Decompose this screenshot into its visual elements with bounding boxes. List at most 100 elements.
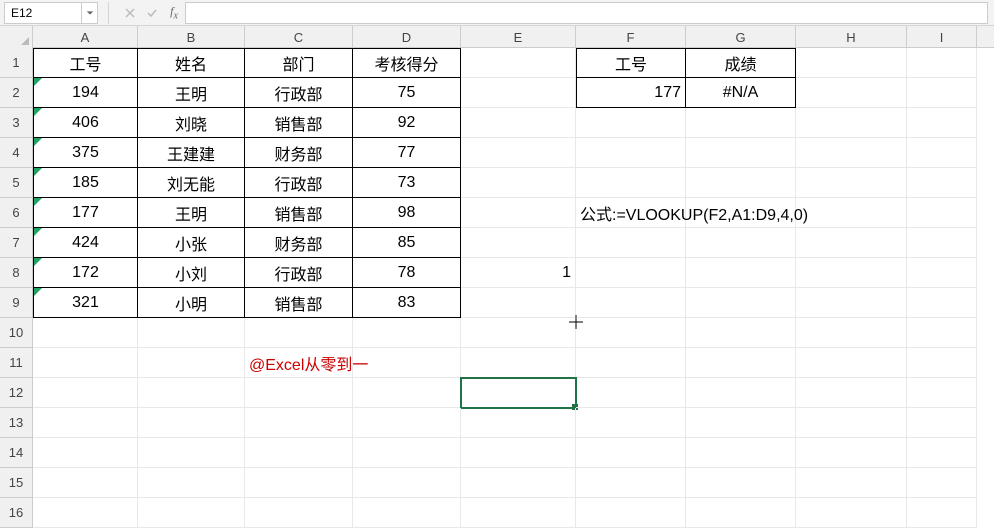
cell-C13[interactable] [245, 408, 353, 438]
cell-H12[interactable] [796, 378, 907, 408]
row-header-1[interactable]: 1 [0, 48, 33, 78]
cell-F9[interactable] [576, 288, 686, 318]
cell-I15[interactable] [907, 468, 977, 498]
confirm-formula-button[interactable] [141, 2, 163, 24]
cell-B12[interactable] [138, 378, 245, 408]
cell-F10[interactable] [576, 318, 686, 348]
cell-H10[interactable] [796, 318, 907, 348]
cell-C1[interactable]: 部门 [245, 48, 353, 78]
cell-H3[interactable] [796, 108, 907, 138]
row-header-16[interactable]: 16 [0, 498, 33, 528]
row-header-15[interactable]: 15 [0, 468, 33, 498]
cell-C5[interactable]: 行政部 [245, 168, 353, 198]
row-header-11[interactable]: 11 [0, 348, 33, 378]
cell-I4[interactable] [907, 138, 977, 168]
select-all-corner[interactable] [0, 26, 33, 48]
cell-H4[interactable] [796, 138, 907, 168]
cell-E12[interactable] [461, 378, 576, 408]
row-header-5[interactable]: 5 [0, 168, 33, 198]
cell-B4[interactable]: 王建建 [138, 138, 245, 168]
cell-B10[interactable] [138, 318, 245, 348]
cell-B11[interactable] [138, 348, 245, 378]
cell-F11[interactable] [576, 348, 686, 378]
cell-I16[interactable] [907, 498, 977, 528]
cell-G3[interactable] [686, 108, 796, 138]
cell-F14[interactable] [576, 438, 686, 468]
cell-G10[interactable] [686, 318, 796, 348]
cell-E16[interactable] [461, 498, 576, 528]
row-header-14[interactable]: 14 [0, 438, 33, 468]
row-header-3[interactable]: 3 [0, 108, 33, 138]
cell-F7[interactable] [576, 228, 686, 258]
cell-H5[interactable] [796, 168, 907, 198]
cell-G12[interactable] [686, 378, 796, 408]
cell-A12[interactable] [33, 378, 138, 408]
cell-A1[interactable]: 工号 [33, 48, 138, 78]
cell-C2[interactable]: 行政部 [245, 78, 353, 108]
cell-E2[interactable] [461, 78, 576, 108]
cell-B16[interactable] [138, 498, 245, 528]
cell-A6[interactable]: 177 [33, 198, 138, 228]
cell-E5[interactable] [461, 168, 576, 198]
cell-H13[interactable] [796, 408, 907, 438]
cell-I9[interactable] [907, 288, 977, 318]
row-header-7[interactable]: 7 [0, 228, 33, 258]
cell-F15[interactable] [576, 468, 686, 498]
column-header-H[interactable]: H [796, 26, 907, 48]
cell-C15[interactable] [245, 468, 353, 498]
cell-B7[interactable]: 小张 [138, 228, 245, 258]
cell-B5[interactable]: 刘无能 [138, 168, 245, 198]
cell-A16[interactable] [33, 498, 138, 528]
column-header-C[interactable]: C [245, 26, 353, 48]
cell-E1[interactable] [461, 48, 576, 78]
cell-F3[interactable] [576, 108, 686, 138]
cell-C4[interactable]: 财务部 [245, 138, 353, 168]
cell-F2[interactable]: 177 [576, 78, 686, 108]
cell-G8[interactable] [686, 258, 796, 288]
row-header-12[interactable]: 12 [0, 378, 33, 408]
cell-G9[interactable] [686, 288, 796, 318]
cell-B1[interactable]: 姓名 [138, 48, 245, 78]
cell-G7[interactable] [686, 228, 796, 258]
column-header-F[interactable]: F [576, 26, 686, 48]
cell-H8[interactable] [796, 258, 907, 288]
cell-D9[interactable]: 83 [353, 288, 461, 318]
cell-E3[interactable] [461, 108, 576, 138]
cell-I3[interactable] [907, 108, 977, 138]
cell-E9[interactable] [461, 288, 576, 318]
column-header-I[interactable]: I [907, 26, 977, 48]
cell-A10[interactable] [33, 318, 138, 348]
cell-A4[interactable]: 375 [33, 138, 138, 168]
cell-H1[interactable] [796, 48, 907, 78]
cell-D11[interactable] [353, 348, 461, 378]
cell-I6[interactable] [907, 198, 977, 228]
cell-G13[interactable] [686, 408, 796, 438]
cell-I12[interactable] [907, 378, 977, 408]
cell-C6[interactable]: 销售部 [245, 198, 353, 228]
cell-H2[interactable] [796, 78, 907, 108]
cell-A11[interactable] [33, 348, 138, 378]
cell-F4[interactable] [576, 138, 686, 168]
column-header-E[interactable]: E [461, 26, 576, 48]
row-header-10[interactable]: 10 [0, 318, 33, 348]
cell-I5[interactable] [907, 168, 977, 198]
cell-F8[interactable] [576, 258, 686, 288]
cell-C9[interactable]: 销售部 [245, 288, 353, 318]
cell-B13[interactable] [138, 408, 245, 438]
cell-F13[interactable] [576, 408, 686, 438]
column-header-B[interactable]: B [138, 26, 245, 48]
cell-E6[interactable] [461, 198, 576, 228]
cell-C10[interactable] [245, 318, 353, 348]
cell-H11[interactable] [796, 348, 907, 378]
cell-F12[interactable] [576, 378, 686, 408]
cell-C3[interactable]: 销售部 [245, 108, 353, 138]
cell-G5[interactable] [686, 168, 796, 198]
cell-D3[interactable]: 92 [353, 108, 461, 138]
cell-A7[interactable]: 424 [33, 228, 138, 258]
fx-button[interactable]: fx [163, 2, 185, 24]
spreadsheet-grid[interactable]: ABCDEFGHI 1工号姓名部门考核得分工号成绩2194王明行政部75177#… [0, 26, 994, 530]
cell-B2[interactable]: 王明 [138, 78, 245, 108]
cell-I1[interactable] [907, 48, 977, 78]
cell-B9[interactable]: 小明 [138, 288, 245, 318]
cell-I8[interactable] [907, 258, 977, 288]
